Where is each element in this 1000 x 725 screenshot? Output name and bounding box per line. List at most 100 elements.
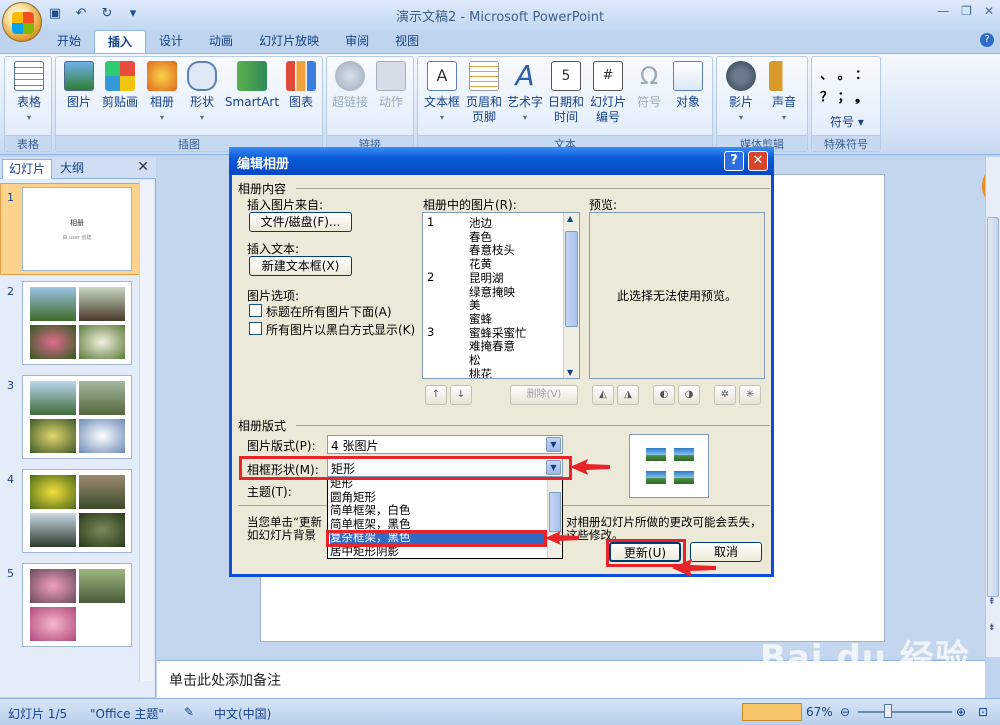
movie-button[interactable]: 影片 ▾ <box>721 61 761 125</box>
zoom-out-icon[interactable]: ⊖ <box>840 705 850 719</box>
zoom-slider-thumb[interactable] <box>884 704 892 718</box>
brightness-down-icon[interactable]: ✳ <box>739 385 761 405</box>
slide-thumbnail-4[interactable] <box>22 469 132 553</box>
panel-scrollbar[interactable] <box>139 181 153 681</box>
slide-number-icon: # <box>593 61 623 91</box>
tab-review[interactable]: 审阅 <box>332 30 382 54</box>
symbols-dropdown[interactable]: 符号 ▾ <box>830 113 864 130</box>
fit-window-icon[interactable]: ⊡ <box>978 705 988 719</box>
pictures-list-label: 相册中的图片(R): <box>423 198 517 212</box>
list-scroll-thumb[interactable] <box>565 231 578 327</box>
tab-slides[interactable]: 幻灯片 <box>2 159 53 179</box>
next-slide-icon[interactable]: ⇟ <box>988 623 996 633</box>
contrast-up-icon[interactable]: ◐ <box>653 385 675 405</box>
hyperlink-button[interactable]: 超链接 <box>331 61 369 110</box>
layout-preview <box>629 434 709 498</box>
symbol-button[interactable]: Ω 符号 <box>632 61 666 110</box>
theme-indicator[interactable]: "Office 主题" <box>90 705 164 722</box>
picture-layout-select[interactable]: 4 张图片 ▼ <box>327 435 563 454</box>
slide-number: 3 <box>7 379 14 392</box>
caption-checkbox[interactable] <box>249 304 262 317</box>
object-button[interactable]: 对象 <box>670 61 706 110</box>
tab-animation[interactable]: 动画 <box>196 30 246 54</box>
spellcheck-icon[interactable]: ✎ <box>184 705 194 719</box>
smartart-button[interactable]: SmartArt <box>224 61 280 110</box>
slide-number-button[interactable]: # 幻灯片 编号 <box>588 61 628 125</box>
view-buttons[interactable] <box>742 703 802 721</box>
wordart-icon: A <box>515 59 535 92</box>
zoom-slider[interactable] <box>858 711 952 713</box>
close-icon[interactable]: ✕ <box>748 151 768 171</box>
sound-button[interactable]: 声音 ▾ <box>765 61 803 125</box>
textbox-button[interactable]: A 文本框 ▾ <box>422 61 462 125</box>
tab-view[interactable]: 视图 <box>382 30 432 54</box>
minimize-icon[interactable]: — <box>937 4 949 18</box>
help-icon[interactable]: ? <box>724 151 744 171</box>
title-bar: ▣ ↶ ↻ ▾ 演示文稿2 - Microsoft PowerPoint — ❐… <box>0 0 1000 30</box>
slide-thumbnail-1[interactable]: 相册 由 user 创建 <box>22 187 132 271</box>
tab-home[interactable]: 开始 <box>44 30 94 54</box>
restore-icon[interactable]: ❐ <box>961 4 972 18</box>
chart-button[interactable]: 图表 <box>284 61 318 110</box>
slide-number: 1 <box>7 191 14 204</box>
slides-panel: 幻灯片 大纲 ✕ 1 相册 由 user 创建 2 3 4 5 <box>0 157 156 697</box>
caption-option-label: 标题在所有图片下面(A) <box>266 305 392 319</box>
blackwhite-checkbox[interactable] <box>249 322 262 335</box>
contrast-down-icon[interactable]: ◑ <box>678 385 700 405</box>
slide-thumbnail-5[interactable] <box>22 563 132 647</box>
close-panel-icon[interactable]: ✕ <box>137 159 149 175</box>
panel-tabs: 幻灯片 大纲 ✕ <box>0 157 156 179</box>
pictures-list[interactable]: 1 池边 春色 春意枝头 花黄 2 昆明湖 绿意掩映美蜜蜂 3 蜜蜂采蜜忙 难掩春意松桃花 ▲ ▼ <box>422 212 580 379</box>
date-time-button[interactable]: 5 日期和 时间 <box>548 61 584 125</box>
language-indicator[interactable]: 中文(中国) <box>214 705 271 722</box>
note-line-2: 如幻灯片背景 <box>247 528 316 542</box>
new-textbox-button[interactable]: 新建文本框(X) <box>249 256 352 276</box>
slide-thumbnail-3[interactable] <box>22 375 132 459</box>
brightness-up-icon[interactable]: ✲ <box>714 385 736 405</box>
dropdown-scrollbar[interactable] <box>547 478 562 558</box>
office-button[interactable] <box>2 2 42 42</box>
remove-button[interactable]: 删除(V) <box>510 385 578 405</box>
action-button[interactable]: 动作 <box>373 61 409 110</box>
tab-slideshow[interactable]: 幻灯片放映 <box>246 30 332 54</box>
help-icon[interactable]: ? <box>980 33 994 47</box>
prev-slide-icon[interactable]: ⇞ <box>988 597 996 607</box>
list-item[interactable]: 桃花 <box>469 366 492 378</box>
tab-outline[interactable]: 大纲 <box>54 159 90 179</box>
tab-insert[interactable]: 插入 <box>94 30 147 54</box>
scroll-down-icon[interactable]: ▼ <box>567 368 573 377</box>
wordart-button[interactable]: A 艺术字 ▾ <box>506 61 544 125</box>
rotate-right-icon[interactable]: ◮ <box>617 385 639 405</box>
close-window-icon[interactable]: ✕ <box>984 4 994 18</box>
file-disk-button[interactable]: 文件/磁盘(F)... <box>249 212 352 232</box>
table-button[interactable]: 表格 ▾ <box>11 61 47 125</box>
zoom-level[interactable]: 67% <box>806 705 833 719</box>
photo-album-button[interactable]: 相册 ▾ <box>146 61 178 125</box>
move-up-button[interactable]: ↑ <box>425 385 447 405</box>
tab-design[interactable]: 设计 <box>146 30 196 54</box>
scroll-up-icon[interactable]: ▲ <box>567 214 573 223</box>
rotate-left-icon[interactable]: ◭ <box>592 385 614 405</box>
chevron-down-icon[interactable]: ▼ <box>546 437 561 452</box>
clipart-button[interactable]: 剪贴画 <box>100 61 140 110</box>
insert-text-label: 插入文本: <box>247 242 300 256</box>
list-scrollbar[interactable]: ▲ ▼ <box>563 213 579 378</box>
shapes-button[interactable]: 形状 ▾ <box>186 61 218 125</box>
ribbon-tabs: 开始 插入 设计 动画 幻灯片放映 审阅 视图 <box>44 30 432 54</box>
section-layout-label: 相册版式 <box>238 419 287 433</box>
scroll-thumb[interactable] <box>987 217 999 597</box>
omega-icon: Ω <box>639 62 659 90</box>
picture-button[interactable]: 图片 <box>62 61 96 110</box>
vertical-scrollbar[interactable]: ⇞ ⇟ <box>985 157 1000 657</box>
dropdown-scroll-thumb[interactable] <box>549 492 561 532</box>
powerpoint-window: ▣ ↶ ↻ ▾ 演示文稿2 - Microsoft PowerPoint — ❐… <box>0 0 1000 725</box>
group-label: 表格 <box>5 135 51 151</box>
move-down-button[interactable]: ↓ <box>450 385 472 405</box>
group-media: 影片 ▾ 声音 ▾ 媒体剪辑 <box>716 56 808 152</box>
table-icon <box>14 61 44 91</box>
punctuation-grid[interactable]: 、 。 ： ？ ； ❟ <box>820 65 876 109</box>
zoom-in-icon[interactable]: ⊕ <box>956 705 966 719</box>
header-footer-button[interactable]: 页眉和 页脚 <box>466 61 502 125</box>
slide-thumbnail-2[interactable] <box>22 281 132 365</box>
photo-album-icon <box>147 61 177 91</box>
